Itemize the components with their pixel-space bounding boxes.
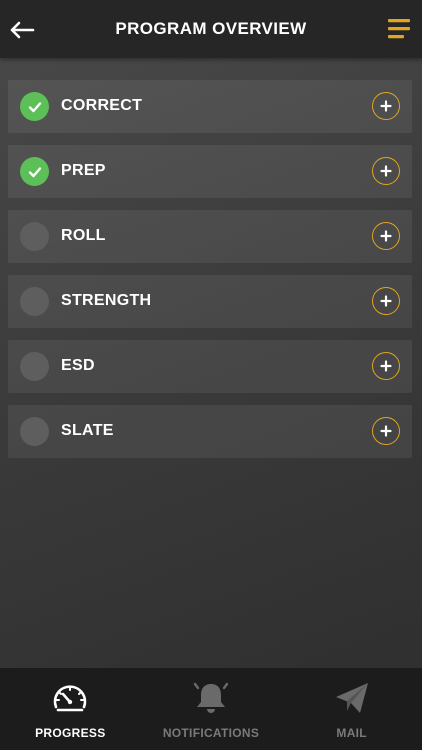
add-button[interactable]	[372, 352, 400, 380]
add-button[interactable]	[372, 287, 400, 315]
tab-label: MAIL	[336, 726, 367, 740]
program-item-label: CORRECT	[61, 97, 143, 114]
program-item-label: ESD	[61, 357, 95, 374]
tab-progress[interactable]: PROGRESS	[0, 668, 141, 750]
bell-icon	[193, 682, 229, 713]
program-item-prep[interactable]: PREP	[8, 145, 412, 198]
program-item-roll[interactable]: ROLL	[8, 210, 412, 263]
add-button[interactable]	[372, 92, 400, 120]
incomplete-status	[20, 222, 49, 251]
add-button[interactable]	[372, 417, 400, 445]
add-button[interactable]	[372, 222, 400, 250]
incomplete-status	[20, 287, 49, 316]
plus-icon	[380, 360, 392, 372]
incomplete-status	[20, 417, 49, 446]
plus-icon	[380, 295, 392, 307]
incomplete-status	[20, 352, 49, 381]
program-list: CORRECT PREP ROLL STRENGTH ESD SLATE	[8, 80, 412, 470]
checkmark-icon	[28, 101, 41, 112]
program-item-slate[interactable]: SLATE	[8, 405, 412, 458]
tab-label: PROGRESS	[35, 726, 106, 740]
program-item-correct[interactable]: CORRECT	[8, 80, 412, 133]
program-item-label: STRENGTH	[61, 292, 152, 309]
app-header: PROGRAM OVERVIEW	[0, 0, 422, 58]
plus-icon	[380, 165, 392, 177]
hamburger-menu-icon	[388, 19, 410, 39]
speedometer-icon	[54, 685, 87, 712]
menu-button[interactable]	[388, 18, 412, 40]
program-item-esd[interactable]: ESD	[8, 340, 412, 393]
program-item-label: SLATE	[61, 422, 114, 439]
page-title: PROGRAM OVERVIEW	[115, 19, 307, 38]
program-item-label: ROLL	[61, 227, 106, 244]
plus-icon	[380, 100, 392, 112]
bottom-tab-bar: PROGRESS NOTIFICATIONS MAIL	[0, 668, 422, 750]
plus-icon	[380, 230, 392, 242]
tab-notifications[interactable]: NOTIFICATIONS	[141, 668, 282, 750]
tab-mail[interactable]: MAIL	[281, 668, 422, 750]
add-button[interactable]	[372, 157, 400, 185]
paper-plane-icon	[335, 683, 368, 713]
plus-icon	[380, 425, 392, 437]
tab-label: NOTIFICATIONS	[162, 726, 260, 740]
completed-status	[20, 92, 49, 121]
program-item-strength[interactable]: STRENGTH	[8, 275, 412, 328]
completed-status	[20, 157, 49, 186]
checkmark-icon	[28, 166, 41, 177]
program-item-label: PREP	[61, 162, 106, 179]
